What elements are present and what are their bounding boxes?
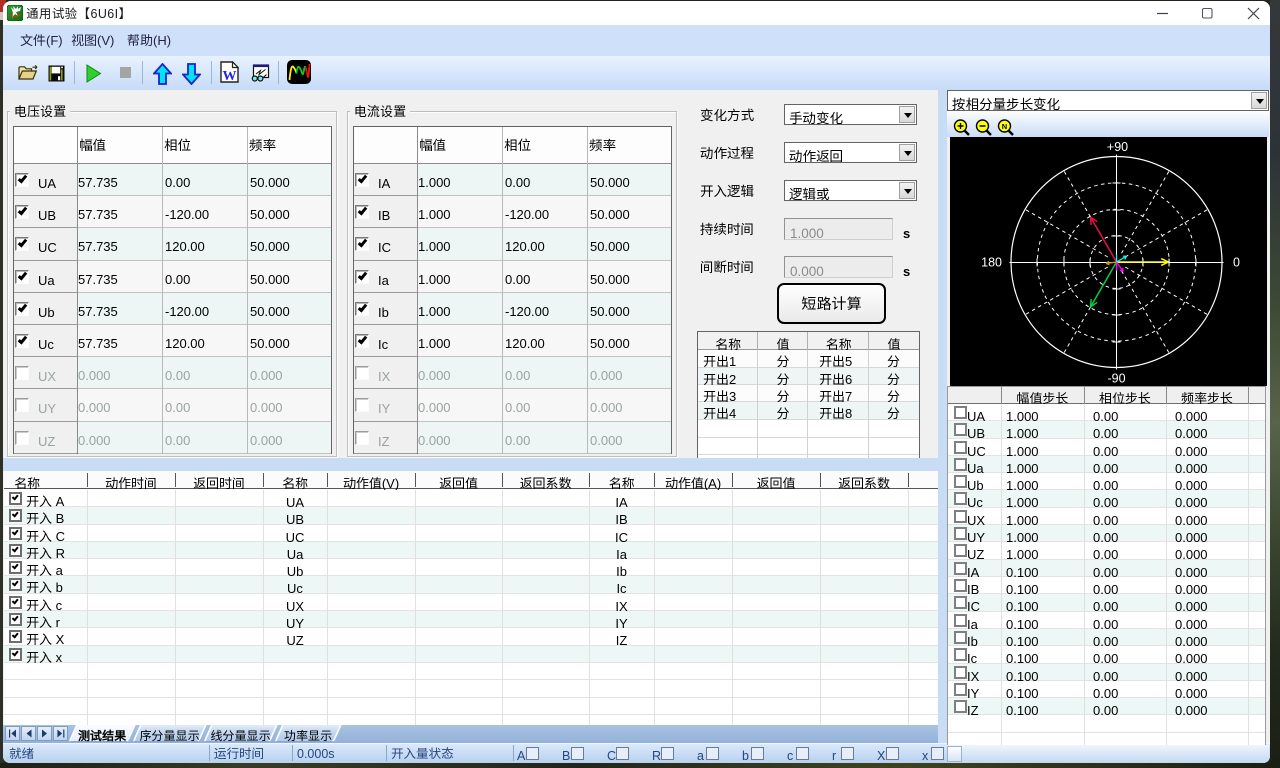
svg-text:0: 0 [1233,256,1240,270]
svg-text:180: 180 [981,256,1002,270]
svg-text:W: W [223,69,237,83]
svg-text:+90: +90 [1107,140,1128,154]
svg-text:N: N [1002,122,1007,131]
svg-text:-90: -90 [1107,372,1125,386]
